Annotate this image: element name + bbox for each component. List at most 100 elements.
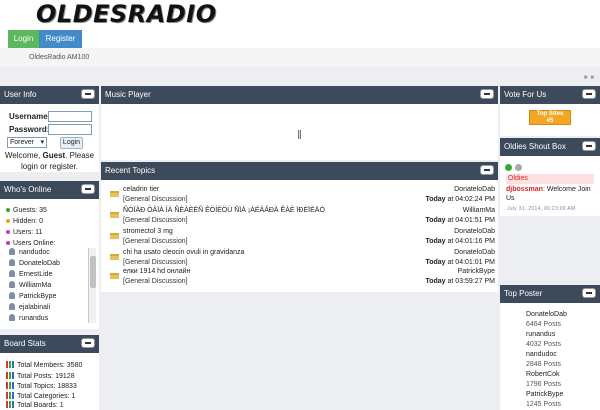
remember-select[interactable]: Forever [7, 137, 47, 148]
poster-name[interactable]: PatrickBype [526, 390, 563, 399]
topic-user[interactable]: DonateloDab [454, 227, 495, 237]
topic-title[interactable]: celadrin tier [123, 185, 159, 195]
login-button[interactable]: Login [60, 137, 83, 149]
username-input[interactable] [48, 111, 92, 122]
stats-icon [6, 382, 14, 389]
collapse-icon[interactable] [481, 90, 493, 98]
users-dot-icon [6, 230, 10, 235]
whos-online-header: Who's Online [0, 181, 99, 199]
settings-icon[interactable] [515, 164, 522, 171]
top-poster-title: Top Poster [504, 289, 543, 298]
online-user[interactable]: ejalabinali [9, 303, 50, 313]
recent-topics-header: Recent Topics [101, 162, 498, 180]
online-user-name: ejalabinali [19, 304, 51, 311]
poster-name[interactable]: DonateloDab [526, 310, 567, 319]
stat-categories: Total Categories: 1 [6, 392, 75, 401]
music-player-title: Music Player [105, 90, 151, 99]
topic-user[interactable]: PatrickBype [458, 267, 495, 277]
topic-user[interactable]: WilliamMa [463, 206, 495, 216]
top-sites-badge[interactable]: Top Sites #5 [529, 110, 571, 125]
register-nav-button[interactable]: Register [39, 30, 82, 48]
topic-day: Today [425, 259, 446, 266]
password-input[interactable] [48, 124, 92, 135]
folder-icon [110, 273, 119, 279]
online-user[interactable]: runandus [9, 314, 48, 324]
topic-category[interactable]: [General Discussion] [123, 216, 188, 226]
stat-posts: Total Posts: 19128 [6, 372, 75, 381]
poster-name[interactable]: runandus [526, 330, 555, 339]
site-logo[interactable]: OLDESRADIO [36, 0, 217, 28]
topic-clock: at 04:02:24 PM [445, 196, 495, 203]
poster-posts: 1245 Posts [526, 401, 562, 408]
topic-time: Today at 04:01:51 PM [425, 216, 495, 226]
welcome-text: Welcome, Guest. Please login or register… [0, 150, 99, 172]
user-info-body: Username: Password: Forever Login Welcom… [0, 104, 99, 172]
topic-title[interactable]: елки 1914 hd онлайн [123, 267, 190, 277]
topic-clock: at 04:01:51 PM [445, 217, 495, 224]
poster-name[interactable]: RobertCok [526, 370, 559, 379]
folder-icon [110, 191, 119, 197]
guests-count: Guests: 35 [6, 206, 47, 215]
stat-members-text: Total Members: 3580 [17, 362, 83, 369]
online-user[interactable]: WilliamMa [9, 281, 51, 291]
window-controls-icon[interactable]: ■■ [584, 75, 597, 81]
topic-title[interactable]: chi ha usato cleocin ovuli in gravidanza [123, 248, 244, 258]
topic-time: Today at 03:59:27 PM [425, 277, 495, 287]
refresh-icon[interactable] [505, 164, 512, 171]
topic-title[interactable]: ÑÓÏÀÐ ÖÀÏÀ ÌÀ ÑÈÀÈÉÑ ÊÖÍÈÖÙ ÑÏÀ ¡ÀÉÀÂÐÀ … [123, 206, 325, 216]
topic-category[interactable]: [General Discussion] [123, 277, 188, 287]
site-header: OLDESRADIO [0, 0, 600, 30]
topic-row: celadrin tier [General Discussion] Donat… [102, 185, 498, 207]
collapse-icon[interactable] [481, 166, 493, 174]
hidden-text: Hidden: 0 [13, 218, 43, 225]
topic-user[interactable]: DonateloDab [454, 185, 495, 195]
user-icon [9, 248, 15, 255]
online-user[interactable]: PatrickBype [9, 292, 56, 302]
guest-dot-icon [6, 208, 10, 213]
online-user[interactable]: DonateloDab [9, 259, 60, 269]
topic-title[interactable]: stromectol 3 mg [123, 227, 173, 237]
topic-row: елки 1914 hd онлайн [General Discussion]… [102, 267, 498, 289]
collapse-icon[interactable] [82, 185, 94, 193]
sub-header: OldesRadio AM100 [0, 48, 600, 66]
topic-day: Today [425, 238, 446, 245]
board-stats-header: Board Stats [0, 335, 99, 353]
user-icon [9, 281, 15, 288]
collapse-icon[interactable] [583, 90, 595, 98]
user-icon [9, 259, 15, 266]
users-text: Users: 11 [13, 229, 43, 236]
collapse-icon[interactable] [583, 142, 595, 150]
shoutbox-title: Oldies Shout Box [504, 142, 566, 151]
topic-user[interactable]: DonateloDab [454, 248, 495, 258]
topic-category[interactable]: [General Discussion] [123, 195, 188, 205]
poster-name[interactable]: nandudoc [526, 350, 557, 359]
online-user[interactable]: ErnestLide [9, 270, 52, 280]
stat-members: Total Members: 3580 [6, 361, 82, 370]
collapse-icon[interactable] [82, 90, 94, 98]
poster-posts: 6464 Posts [526, 321, 562, 328]
users-online-dot-icon [6, 241, 10, 246]
scrollbar-thumb[interactable] [90, 256, 96, 288]
collapse-icon[interactable] [82, 339, 94, 347]
collapse-icon[interactable] [583, 289, 595, 297]
volume-slider[interactable] [298, 130, 301, 139]
users-online-text: Users Online: [13, 240, 56, 247]
folder-icon [110, 254, 119, 260]
shoutbox-header: Oldies Shout Box [500, 138, 600, 156]
stat-boards-text: Total Boards: 1 [17, 402, 64, 409]
topic-row: ÑÓÏÀÐ ÖÀÏÀ ÌÀ ÑÈÀÈÉÑ ÊÖÍÈÖÙ ÑÏÀ ¡ÀÉÀÂÐÀ … [102, 206, 498, 228]
stats-icon [6, 401, 14, 408]
online-list-scrollbar[interactable] [88, 248, 96, 323]
topic-category[interactable]: [General Discussion] [123, 237, 188, 247]
online-user-name: DonateloDab [19, 260, 60, 267]
shout-room: Oldies [506, 174, 594, 184]
stat-topics-text: Total Topics: 18833 [17, 383, 77, 390]
stat-boards: Total Boards: 1 [6, 401, 64, 410]
username-label: Username: [9, 112, 51, 121]
online-user[interactable]: nandudoc [9, 248, 50, 258]
shout-message: djbossman: Welcome Join Us [506, 185, 594, 203]
shout-author[interactable]: djbossman [506, 186, 543, 193]
login-nav-button[interactable]: Login [8, 30, 39, 48]
users-online-label: Users Online: [6, 239, 55, 248]
welcome-suffix: . Please [65, 151, 95, 160]
